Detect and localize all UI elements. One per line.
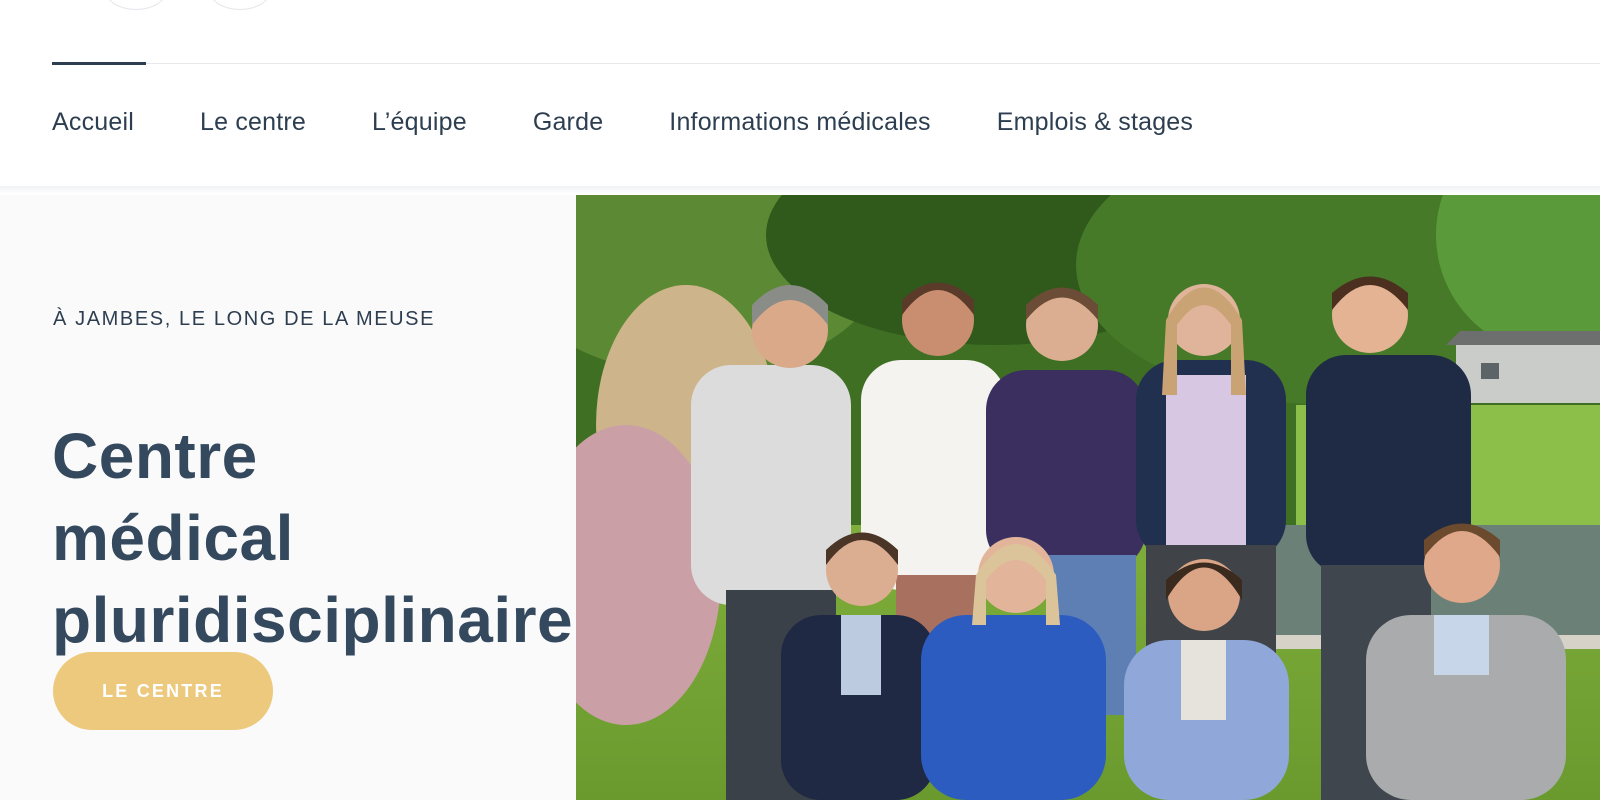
nav-item-le-centre[interactable]: Le centre [200,108,306,137]
top-icon-group [105,0,271,10]
hero-title-line: Centre [52,419,258,492]
header-round-icon[interactable] [209,0,271,10]
hero-eyebrow: À JAMBES, LE LONG DE LA MEUSE [53,308,436,330]
hero-title-line: médical [52,501,294,574]
hero-title-line: pluridisciplinaire [52,583,574,656]
nav-item-equipe[interactable]: L’équipe [372,108,467,137]
team-photo [576,195,1600,800]
nav-divider [52,63,1600,64]
header-shadow [0,186,1600,194]
header-round-icon[interactable] [105,0,167,10]
shed-window [1481,363,1499,379]
main-nav: Accueil Le centre L’équipe Garde Informa… [52,108,1193,137]
nav-item-garde[interactable]: Garde [533,108,603,137]
nav-active-indicator [52,62,146,65]
nav-item-accueil[interactable]: Accueil [52,108,134,137]
team-photo-illustration [576,195,1600,800]
hero-title: Centre médical pluridisciplinaire [52,415,612,661]
nav-item-informations-medicales[interactable]: Informations médicales [669,108,930,137]
garden-shed [1456,343,1600,403]
shed-roof [1446,331,1600,345]
le-centre-button[interactable]: LE CENTRE [53,652,273,730]
nav-item-emplois-stages[interactable]: Emplois & stages [997,108,1193,137]
